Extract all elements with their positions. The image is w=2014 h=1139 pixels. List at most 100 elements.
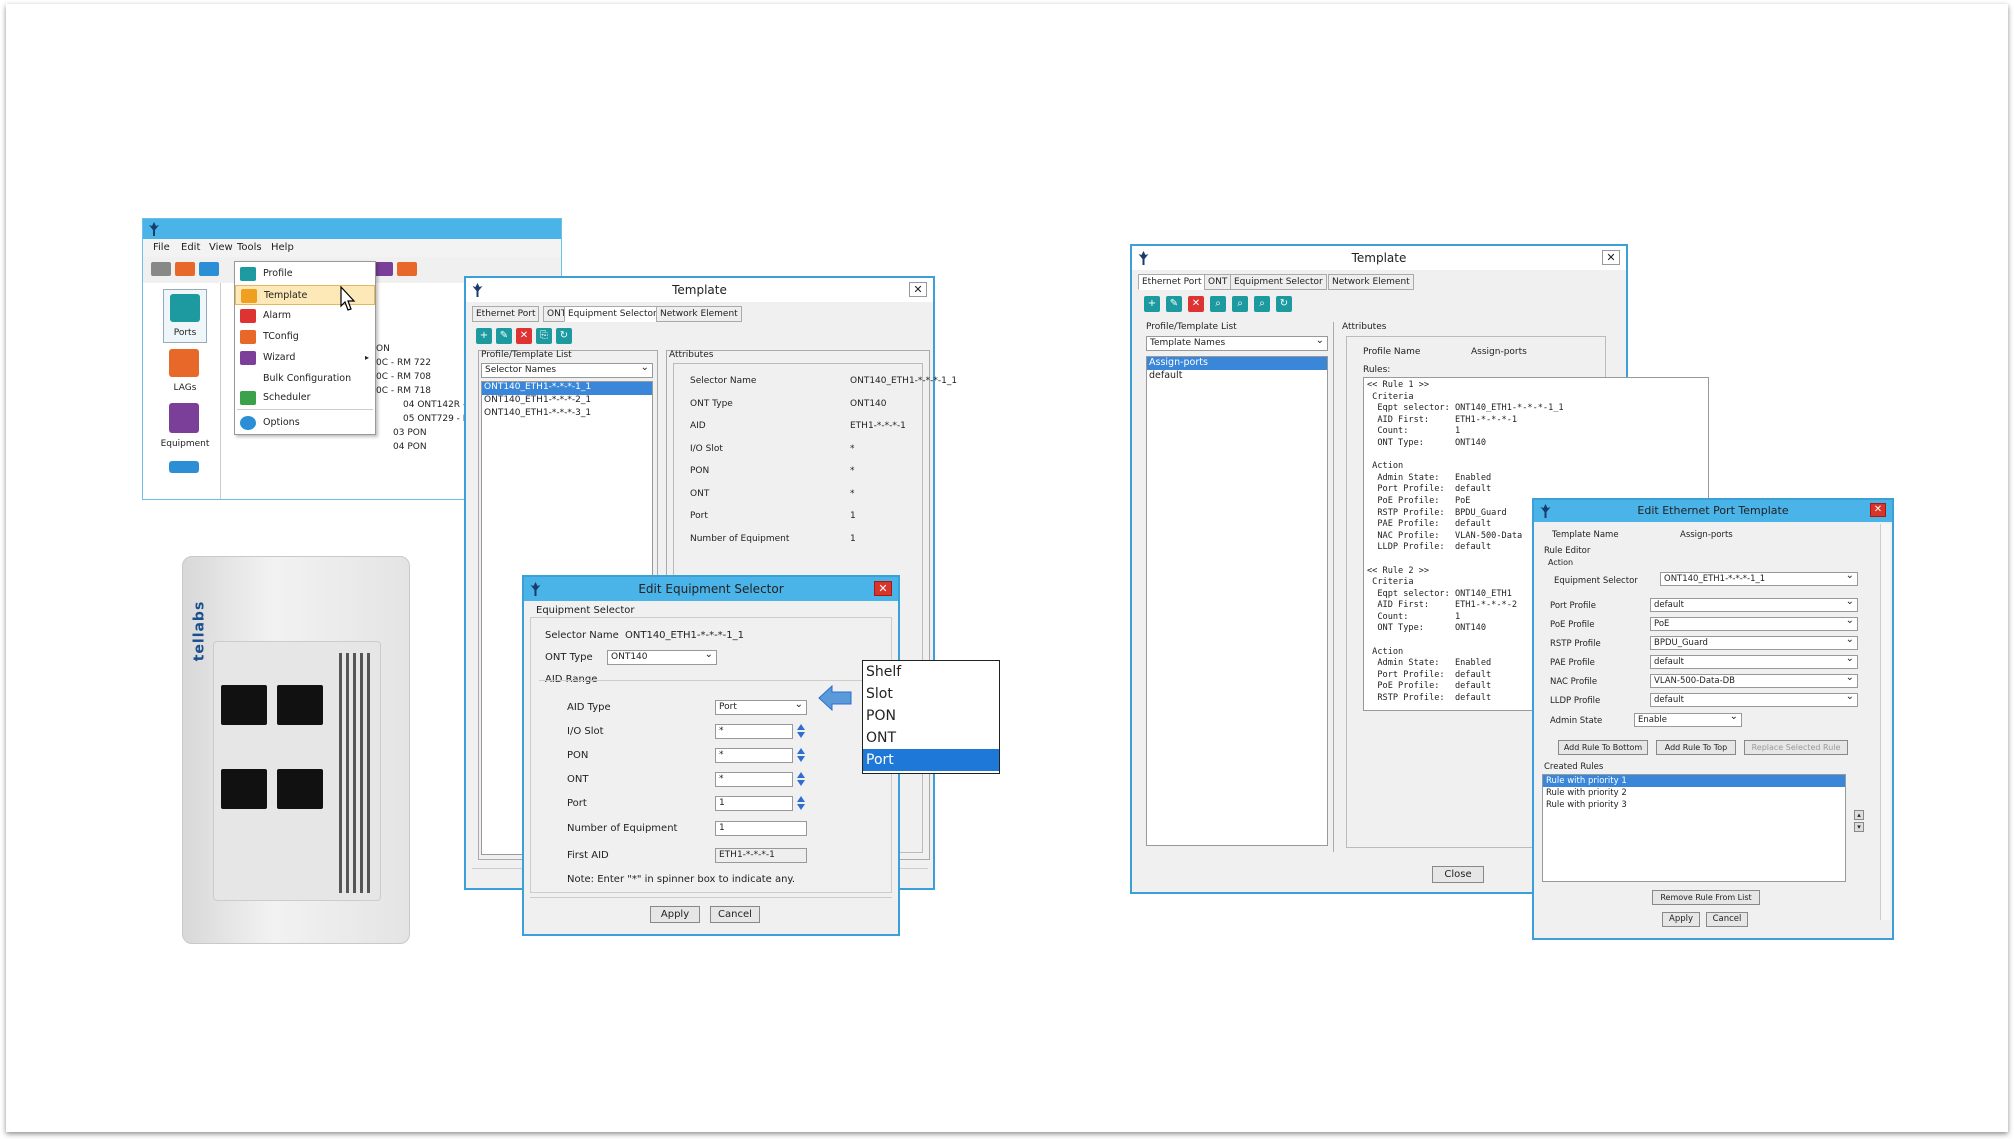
port-profile-combo[interactable]: default	[1650, 598, 1858, 612]
tree-node[interactable]: 0C - RM 708	[376, 372, 431, 382]
tab-network-element[interactable]: Network Element	[1328, 274, 1414, 290]
dropdown-option-port[interactable]: Port	[863, 749, 999, 771]
io-slot-spinner[interactable]: *	[715, 724, 793, 739]
cancel-button[interactable]: Cancel	[710, 906, 760, 923]
zoom-in-icon[interactable]: ⌕	[1232, 296, 1248, 312]
close-button[interactable]: ✕	[874, 581, 892, 596]
tab-network-element[interactable]: Network Element	[656, 306, 742, 322]
menu-item-wizard[interactable]: Wizard ▸	[235, 348, 375, 368]
poe-profile-combo[interactable]: PoE	[1650, 617, 1858, 631]
tab-equipment-selector[interactable]: Equipment Selector	[1230, 274, 1327, 290]
copy-icon[interactable]: ⎘	[536, 328, 552, 344]
equipment-selector-combo[interactable]: ONT140_ETH1-*-*-*-1_1	[1660, 572, 1858, 586]
dropdown-option-pon[interactable]: PON	[863, 705, 999, 727]
selector-names-combo[interactable]: Selector Names	[481, 363, 653, 378]
nav-lags[interactable]: LAGs	[163, 347, 207, 399]
edit-icon[interactable]: ✎	[496, 328, 512, 344]
template-names-combo[interactable]: Template Names	[1146, 336, 1328, 351]
io-slot-spinner-arrows-icon[interactable]	[797, 724, 805, 738]
tab-ont[interactable]: ONT	[1204, 274, 1232, 290]
remove-rule-from-list-button[interactable]: Remove Rule From List	[1652, 890, 1760, 905]
tree-node[interactable]: 0C - RM 722	[376, 358, 431, 368]
list-item[interactable]: Rule with priority 1	[1543, 775, 1845, 787]
list-item[interactable]: Rule with priority 2	[1543, 787, 1845, 799]
apply-button[interactable]: Apply	[650, 906, 700, 923]
aid-type-combo[interactable]: Port	[715, 700, 807, 715]
search-icon[interactable]: ⌕	[1210, 296, 1226, 312]
pon-spinner-arrows-icon[interactable]	[797, 748, 805, 762]
refresh-icon[interactable]: ↻	[556, 328, 572, 344]
lags-icon	[169, 349, 199, 377]
menu-item-options[interactable]: Options	[235, 413, 375, 433]
add-icon[interactable]: +	[476, 328, 492, 344]
nac-profile-combo[interactable]: VLAN-500-Data-DB	[1650, 674, 1858, 688]
delete-icon[interactable]: ✕	[1188, 296, 1204, 312]
admin-state-combo[interactable]: Enable	[1634, 713, 1742, 727]
ethernet-port	[277, 685, 323, 725]
nav-equipment[interactable]: Equipment	[159, 403, 211, 455]
refresh-icon[interactable]: ↻	[1276, 296, 1292, 312]
ont-type-combo[interactable]: ONT140	[607, 650, 717, 665]
toolbar-purple-icon[interactable]	[373, 262, 393, 276]
menu-view[interactable]: View	[209, 239, 233, 257]
close-button[interactable]: ✕	[1602, 250, 1620, 265]
close-button[interactable]: Close	[1432, 866, 1484, 883]
add-rule-to-bottom-button[interactable]: Add Rule To Bottom	[1558, 740, 1648, 755]
pae-profile-combo[interactable]: default	[1650, 655, 1858, 669]
menu-item-profile[interactable]: Profile	[235, 264, 375, 284]
ont-spinner-arrows-icon[interactable]	[797, 772, 805, 786]
close-button[interactable]: ✕	[909, 282, 927, 297]
menu-item-tconfig[interactable]: TConfig	[235, 327, 375, 347]
dropdown-option-shelf[interactable]: Shelf	[863, 661, 999, 683]
tab-equipment-selector[interactable]: Equipment Selector	[564, 306, 661, 322]
toolbar-gray-icon[interactable]	[151, 262, 171, 276]
dropdown-option-ont[interactable]: ONT	[863, 727, 999, 749]
list-item[interactable]: Assign-ports	[1147, 357, 1327, 370]
tab-ethernet-port[interactable]: Ethernet Port	[1138, 274, 1206, 290]
edit-equipment-selector-dialog: Edit Equipment Selector ✕ Equipment Sele…	[522, 575, 900, 936]
tree-node[interactable]: 04 PON	[393, 442, 427, 452]
close-button[interactable]: ✕	[1870, 503, 1886, 517]
rules-label: Rules:	[1363, 365, 1391, 375]
rstp-profile-combo[interactable]: BPDU_Guard	[1650, 636, 1858, 650]
delete-icon[interactable]: ✕	[516, 328, 532, 344]
cancel-button[interactable]: Cancel	[1706, 912, 1748, 927]
add-rule-to-top-button[interactable]: Add Rule To Top	[1656, 740, 1736, 755]
edit-icon[interactable]: ✎	[1166, 296, 1182, 312]
move-down-icon[interactable]: ▾	[1854, 822, 1864, 832]
list-item[interactable]: Rule with priority 3	[1543, 799, 1845, 811]
move-up-icon[interactable]: ▴	[1854, 810, 1864, 820]
nav-more-icon[interactable]	[169, 461, 199, 473]
dropdown-option-slot[interactable]: Slot	[863, 683, 999, 705]
tree-node[interactable]: ON	[376, 344, 390, 354]
port-spinner-arrows-icon[interactable]	[797, 796, 805, 810]
list-item[interactable]: ONT140_ETH1-*-*-*-3_1	[482, 408, 652, 421]
dialog-scrollbar[interactable]	[1880, 524, 1890, 920]
list-item[interactable]: ONT140_ETH1-*-*-*-2_1	[482, 395, 652, 408]
menu-edit[interactable]: Edit	[181, 239, 200, 257]
nav-ports[interactable]: Ports	[163, 289, 207, 343]
toolbar-phone-icon[interactable]	[397, 262, 417, 276]
tab-ethernet-port[interactable]: Ethernet Port	[472, 306, 540, 322]
menu-file[interactable]: File	[153, 239, 170, 257]
tree-node[interactable]: 03 PON	[393, 428, 427, 438]
add-icon[interactable]: +	[1144, 296, 1160, 312]
menu-item-scheduler[interactable]: Scheduler	[235, 388, 375, 408]
ont-spinner[interactable]: *	[715, 772, 793, 787]
pon-spinner[interactable]: *	[715, 748, 793, 763]
number-of-equipment-field[interactable]: 1	[715, 821, 807, 836]
menu-tools[interactable]: Tools	[237, 239, 262, 257]
lldp-profile-combo[interactable]: default	[1650, 693, 1858, 707]
toolbar-users-icon[interactable]	[199, 262, 219, 276]
list-item[interactable]: ONT140_ETH1-*-*-*-1_1	[482, 382, 652, 395]
menu-item-bulk-configuration[interactable]: Bulk Configuration	[235, 369, 375, 389]
menu-help[interactable]: Help	[271, 239, 294, 257]
list-item[interactable]: default	[1147, 370, 1327, 383]
toolbar: + ✎ ✕ ⎘ ↻	[476, 328, 596, 346]
port-spinner[interactable]: 1	[715, 796, 793, 811]
toolbar-exit-icon[interactable]	[175, 262, 195, 276]
tree-node[interactable]: 0C - RM 718	[376, 386, 431, 396]
zoom-out-icon[interactable]: ⌕	[1254, 296, 1270, 312]
apply-button[interactable]: Apply	[1662, 912, 1700, 927]
toolbar: + ✎ ✕ ⌕ ⌕ ⌕ ↻	[1144, 296, 1314, 314]
